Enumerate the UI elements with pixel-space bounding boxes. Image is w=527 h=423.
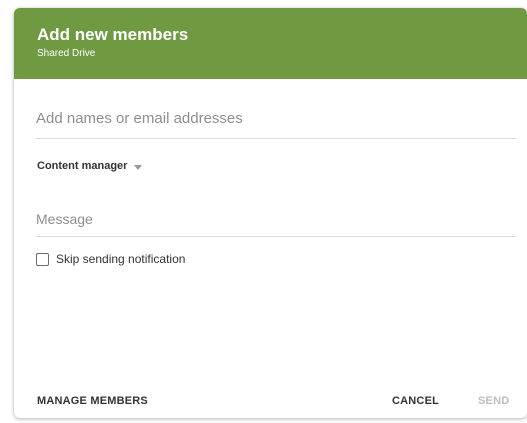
cancel-button[interactable]: CANCEL bbox=[392, 394, 439, 408]
dialog-subtitle: Shared Drive bbox=[37, 48, 96, 59]
role-dropdown-label: Content manager bbox=[37, 160, 128, 172]
page: Add new members Shared Drive Content man… bbox=[0, 0, 527, 423]
dialog-header: Add new members Shared Drive bbox=[14, 8, 527, 79]
skip-notification-label: Skip sending notification bbox=[56, 252, 186, 266]
skip-notification-checkbox[interactable] bbox=[36, 252, 49, 266]
dialog-title: Add new members bbox=[37, 25, 189, 44]
names-email-input[interactable] bbox=[36, 105, 516, 139]
manage-members-button[interactable]: MANAGE MEMBERS bbox=[37, 394, 148, 408]
chevron-down-icon bbox=[134, 164, 143, 170]
skip-notification-row[interactable]: Skip sending notification bbox=[36, 251, 185, 267]
add-members-dialog: Add new members Shared Drive Content man… bbox=[14, 8, 527, 418]
role-dropdown[interactable]: Content manager bbox=[37, 158, 143, 174]
message-input[interactable] bbox=[36, 207, 516, 237]
send-button[interactable]: SEND bbox=[478, 394, 509, 408]
